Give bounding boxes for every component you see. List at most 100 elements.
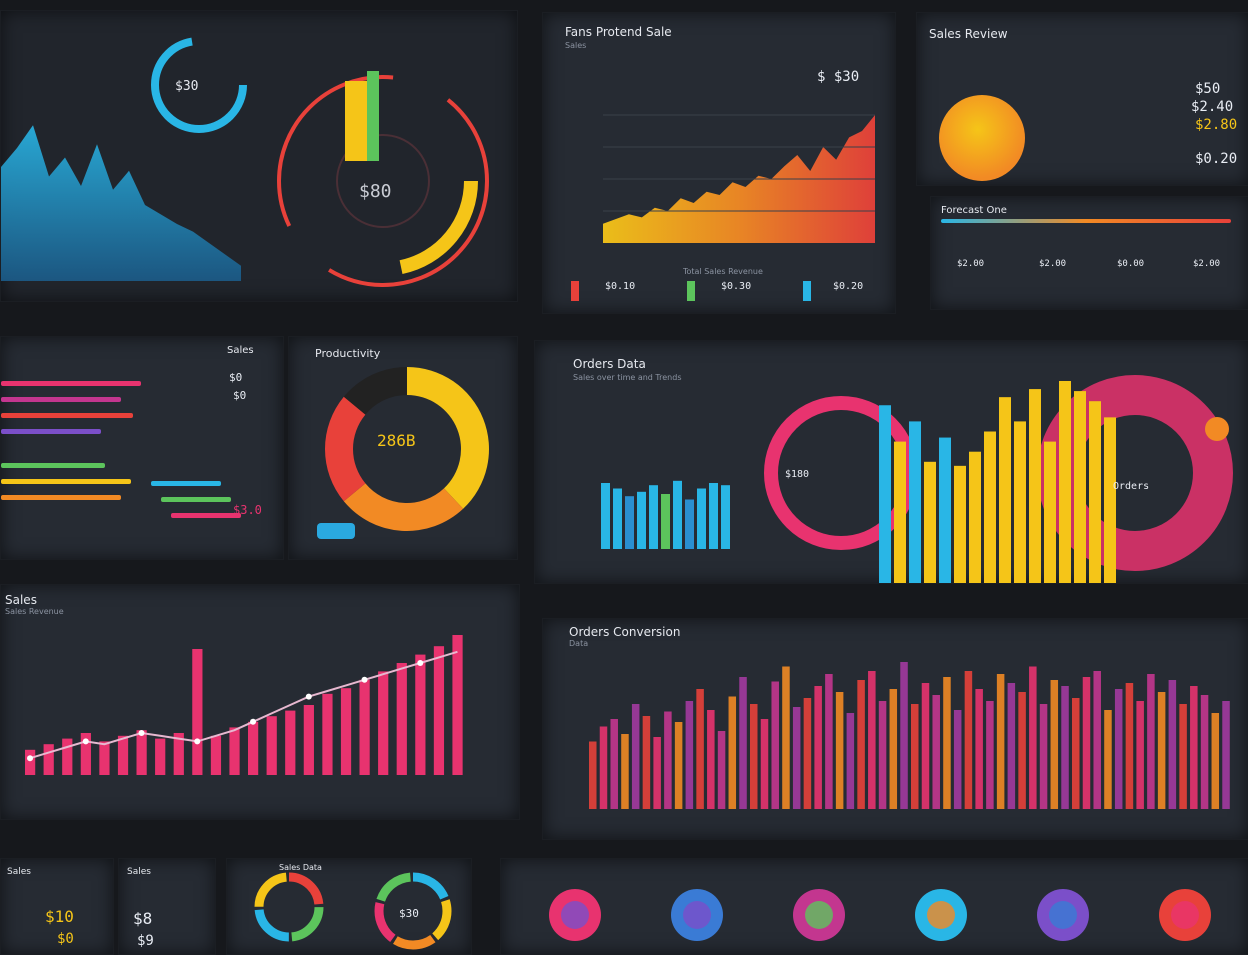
indicator-core xyxy=(683,901,711,929)
gauge-label: $30 xyxy=(175,79,199,94)
forecast-value-1: $2.00 xyxy=(957,259,985,269)
conversion-bar xyxy=(599,726,608,809)
footer-swatch xyxy=(571,281,579,301)
orders-bar-large xyxy=(1014,421,1026,583)
conversion-bar xyxy=(803,698,812,809)
indicator-core xyxy=(1171,901,1199,929)
conversion-bar xyxy=(760,719,769,809)
conversion-bar xyxy=(696,689,704,809)
bar-row xyxy=(1,397,121,402)
conversion-bar xyxy=(1125,683,1134,809)
combo-bar xyxy=(452,635,463,775)
panel-circles xyxy=(500,858,1248,955)
panel-sales-area: Fans Protend Sale Sales $ $30 Total Sale… xyxy=(542,12,896,314)
conversion-bar xyxy=(707,710,715,809)
panel-forecast: Forecast One $2.00 $2.00 $0.00 $2.00 xyxy=(930,196,1248,310)
orders-bar-large xyxy=(1089,401,1101,583)
combo-bar xyxy=(248,721,259,775)
orders-bar-large xyxy=(909,421,921,583)
panel-sales-bars: Sales $0 $0 $3.0 xyxy=(0,336,284,560)
orders-bar-large xyxy=(894,441,906,583)
panel-kpi-a: Sales $10 $0 xyxy=(0,858,114,955)
conversion-bar xyxy=(1222,701,1230,809)
conversion-bar xyxy=(728,696,737,809)
kpi-value-1: $0 xyxy=(229,371,243,384)
combo-point xyxy=(82,738,89,745)
kpi-value-4: $0.20 xyxy=(1195,151,1238,167)
combo-bar xyxy=(43,744,54,775)
conversion-bar xyxy=(1157,692,1166,809)
kpi-value-1: $10 xyxy=(45,907,74,926)
conversion-bar xyxy=(932,695,940,809)
conversion-bar xyxy=(589,741,597,809)
combo-bar xyxy=(322,693,333,775)
kpi-value-2: $0 xyxy=(233,389,247,402)
panel-badge[interactable] xyxy=(317,523,355,539)
forecast-bar xyxy=(941,219,1231,223)
forecast-value-4: $2.00 xyxy=(1193,259,1221,269)
combo-bar xyxy=(62,738,73,775)
panel-productivity: Productivity 286B xyxy=(288,336,518,560)
orders-bar-large xyxy=(969,451,981,583)
indicator-core xyxy=(561,901,589,929)
combo-bar xyxy=(210,735,222,775)
orders-bar-large xyxy=(1044,441,1056,583)
conversion-bar xyxy=(750,704,758,809)
combo-bar xyxy=(359,679,370,775)
conversion-bar xyxy=(653,737,661,809)
conversion-bar xyxy=(1147,674,1155,809)
conversion-bar xyxy=(911,704,919,809)
footer-value-3: $0.20 xyxy=(833,281,864,292)
kpi-value-2: $9 xyxy=(137,933,154,949)
footer-value-1: $0.10 xyxy=(605,281,636,292)
kpi-value-2: $0 xyxy=(57,931,74,947)
orders-bar-large xyxy=(1029,389,1041,583)
bar-row xyxy=(1,413,133,418)
combo-bar xyxy=(136,730,147,775)
conversion-bar xyxy=(664,711,672,809)
orders-bar-small xyxy=(649,485,658,549)
forecast-value-2: $2.00 xyxy=(1039,259,1067,269)
combo-point xyxy=(138,730,145,736)
conversion-bar xyxy=(1072,698,1080,809)
panel-kpi-b: Sales $8 $9 xyxy=(118,858,216,955)
conversion-bar xyxy=(825,674,833,809)
ring-bar-b xyxy=(367,71,379,161)
conversion-bar xyxy=(739,677,747,809)
gauge-ring xyxy=(151,37,247,133)
circle-indicators xyxy=(549,889,1211,941)
conversion-bar xyxy=(996,674,1005,809)
donut-slice xyxy=(407,367,489,509)
panel-title: Sales Review xyxy=(929,27,1008,41)
combo-bar xyxy=(117,735,129,775)
conversion-bar xyxy=(674,722,683,809)
orders-bar-small xyxy=(709,483,718,549)
orders-bar-small xyxy=(613,488,622,549)
bar-row xyxy=(1,495,121,500)
combo-bar xyxy=(340,688,352,775)
donut-slice xyxy=(343,483,464,531)
combo-line xyxy=(29,650,458,760)
panel-title: Sales xyxy=(127,867,151,877)
kpi-value-1: $8 xyxy=(133,909,153,928)
combo-bar xyxy=(378,671,389,775)
orders-bar-small xyxy=(601,483,610,549)
conversion-bar xyxy=(792,707,801,809)
combo-point xyxy=(305,693,312,700)
combo-bar xyxy=(266,716,277,775)
combo-bar xyxy=(99,741,110,775)
combo-point xyxy=(361,676,368,683)
conversion-bar xyxy=(900,662,908,809)
conversion-chart xyxy=(589,662,1230,809)
sales-combo-chart xyxy=(25,635,463,775)
indicator-core xyxy=(805,901,833,929)
combo-point xyxy=(417,660,424,666)
conversion-bar xyxy=(717,731,726,809)
conversion-bar xyxy=(943,677,951,809)
donut-slice xyxy=(325,396,366,502)
combo-bar xyxy=(303,705,314,775)
combo-bar xyxy=(25,749,36,775)
conversion-bar xyxy=(1029,666,1037,809)
conversion-bar xyxy=(1082,677,1091,809)
combo-bar xyxy=(229,727,240,775)
